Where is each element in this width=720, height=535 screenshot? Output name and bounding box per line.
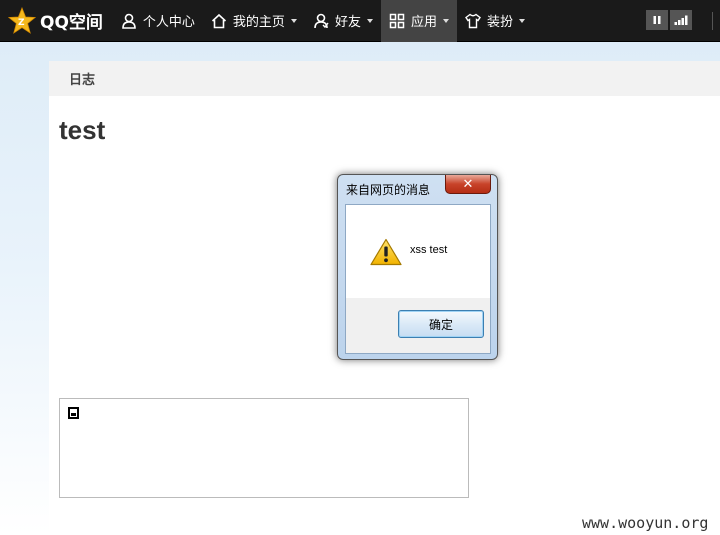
star-logo-icon: Z bbox=[8, 6, 36, 34]
svg-text:Z: Z bbox=[18, 18, 25, 28]
nav-label: 我的主页 bbox=[232, 15, 285, 30]
dialog-title: 来自网页的消息 bbox=[346, 183, 431, 197]
chevron-down-icon bbox=[290, 18, 297, 23]
home-icon bbox=[211, 13, 226, 28]
tshirt-icon bbox=[465, 13, 481, 28]
toolbar-divider bbox=[712, 12, 713, 30]
dialog-footer: 确定 bbox=[346, 298, 490, 353]
nav-label: 好友 bbox=[334, 15, 361, 30]
dialog-message-area: xss test bbox=[346, 205, 490, 298]
chevron-down-icon bbox=[518, 18, 525, 23]
post-title: test bbox=[59, 115, 106, 145]
dialog-body: xss test 确定 bbox=[345, 204, 491, 354]
ok-button[interactable]: 确定 bbox=[398, 310, 484, 338]
watermark-text: www.wooyun.org bbox=[582, 514, 709, 532]
logo-text: QQ空间 bbox=[40, 13, 103, 33]
embedded-frame bbox=[59, 398, 469, 498]
friends-icon bbox=[314, 13, 329, 28]
pause-button[interactable] bbox=[646, 10, 668, 30]
section-title[interactable]: 日志 bbox=[69, 69, 95, 88]
chevron-down-icon bbox=[366, 18, 373, 23]
section-header: 日志 bbox=[49, 61, 720, 96]
qzone-logo[interactable]: Z QQ空间 bbox=[0, 0, 113, 42]
broken-image-icon bbox=[68, 407, 79, 419]
close-icon: ✕ bbox=[462, 176, 474, 192]
signal-bars-icon bbox=[674, 15, 688, 25]
nav-personal-center[interactable]: 个人中心 bbox=[113, 0, 203, 42]
top-navigation-bar: Z QQ空间 个人中心 我的主页 好友 应用 装扮 bbox=[0, 0, 720, 42]
person-icon bbox=[122, 13, 136, 29]
dialog-message: xss test bbox=[410, 244, 448, 256]
toolbar-mini-buttons bbox=[646, 10, 692, 30]
alert-dialog: 来自网页的消息 ✕ xss test 确定 bbox=[337, 174, 498, 360]
dialog-close-button[interactable]: ✕ bbox=[445, 175, 491, 194]
nav-my-homepage[interactable]: 我的主页 bbox=[203, 0, 305, 42]
nav-friends[interactable]: 好友 bbox=[305, 0, 381, 42]
nav-decorate[interactable]: 装扮 bbox=[457, 0, 533, 42]
signal-stats-button[interactable] bbox=[670, 10, 692, 30]
apps-grid-icon bbox=[389, 13, 405, 28]
chevron-down-icon bbox=[442, 18, 449, 23]
pause-icon bbox=[653, 16, 661, 24]
nav-label: 个人中心 bbox=[142, 15, 195, 30]
nav-apps[interactable]: 应用 bbox=[380, 0, 457, 42]
warning-icon bbox=[370, 238, 402, 266]
nav-label: 装扮 bbox=[486, 15, 513, 30]
nav-label: 应用 bbox=[410, 15, 437, 30]
